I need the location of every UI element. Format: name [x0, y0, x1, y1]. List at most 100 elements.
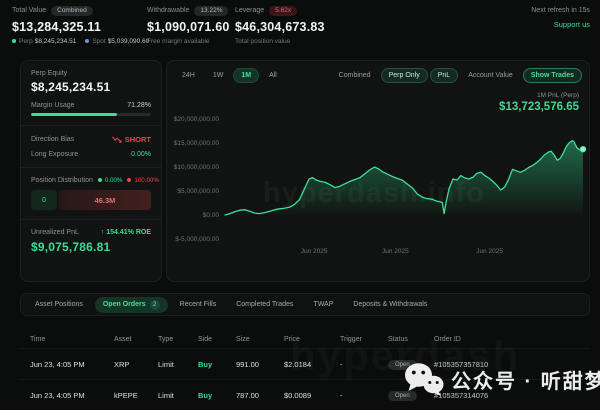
divider	[21, 125, 161, 126]
withdrawable-stat: Withdrawable 13.22% $1,090,071.60 Free m…	[147, 6, 230, 45]
cell-side: Buy	[198, 391, 236, 400]
short-pct: 100.00%	[127, 177, 158, 184]
cell-asset: XRP	[114, 360, 158, 369]
tab-label: Recent Fills	[180, 301, 217, 308]
tab-open-orders[interactable]: Open Orders 2	[95, 297, 168, 313]
perp-equity-label: Perp Equity	[31, 70, 151, 77]
perp-dot-icon	[12, 39, 16, 43]
short-distribution-segment: 46.3M	[59, 190, 151, 210]
margin-usage-bar	[31, 113, 151, 116]
order-row[interactable]: Jun 23, 4:05 PMXRPLimitBuy991.00$2.0184-…	[20, 348, 590, 379]
pnl-area-fill	[225, 141, 583, 215]
status-badge: Open	[388, 360, 417, 370]
cell-status: Open	[388, 359, 434, 370]
open-orders-table: TimeAssetTypeSideSizePriceTriggerStatusO…	[20, 330, 590, 410]
long-exposure-value: 0.00%	[131, 151, 151, 158]
combined-badge[interactable]: Combined	[51, 6, 93, 16]
table-body: Jun 23, 4:05 PMXRPLimitBuy991.00$2.0184-…	[20, 348, 590, 410]
cell-asset: kPEPE	[114, 391, 158, 400]
bottom-tabs-bar: Asset Positions Open Orders 2 Recent Fills C…	[20, 293, 590, 316]
cell-type: Limit	[158, 360, 198, 369]
cell-order-id: #105357357810	[434, 360, 590, 369]
long-dot-icon	[98, 178, 102, 182]
cell-trigger: -	[340, 360, 388, 369]
cell-price: $2.0184	[284, 360, 340, 369]
pnl-area-chart[interactable]: $20,000,000.00 $15,000,000.00 $10,000,000.…	[167, 61, 591, 283]
svg-text:$-5,000,000.00: $-5,000,000.00	[175, 236, 219, 243]
col-header-price: Price	[284, 336, 340, 343]
withdrawable-value: $1,090,071.60	[147, 20, 230, 34]
total-value: $13,284,325.11	[12, 20, 149, 34]
tab-label: TWAP	[313, 301, 333, 308]
cell-status: Open	[388, 390, 434, 401]
perp-label: Perp	[19, 38, 33, 45]
tab-twap[interactable]: TWAP	[305, 298, 341, 311]
margin-usage-fill	[31, 113, 117, 116]
col-header-status: Status	[388, 336, 434, 343]
withdrawable-pct-badge: 13.22%	[194, 6, 228, 16]
col-header-side: Side	[198, 336, 236, 343]
withdrawable-sub: Free margin available	[147, 38, 210, 45]
tab-label: Open Orders	[103, 301, 146, 308]
margin-usage-label: Margin Usage	[31, 102, 75, 109]
svg-text:$0.00: $0.00	[203, 212, 220, 219]
position-distribution-bar: 0 46.3M	[31, 190, 151, 210]
spot-label: Spot	[92, 38, 105, 45]
tab-count-badge: 2	[150, 300, 160, 310]
svg-text:$20,000,000.00: $20,000,000.00	[174, 116, 220, 123]
col-header-asset: Asset	[114, 336, 158, 343]
last-point-marker	[580, 146, 586, 152]
tab-completed-trades[interactable]: Completed Trades	[228, 298, 301, 311]
margin-usage-value: 71.28%	[127, 102, 151, 109]
trading-dashboard: Total Value Combined $13,284,325.11 Perp…	[0, 0, 600, 410]
direction-bias-label: Direction Bias	[31, 136, 74, 143]
svg-text:$15,000,000.00: $15,000,000.00	[174, 140, 220, 147]
total-value-label: Total Value	[12, 7, 46, 14]
account-summary-panel: Perp Equity $8,245,234.51 Margin Usage 7…	[20, 60, 162, 282]
tab-label: Asset Positions	[35, 301, 83, 308]
spot-value: $5,039,090.60	[108, 38, 150, 45]
leverage-sub: Total position value	[235, 38, 290, 45]
svg-text:Jun 2025: Jun 2025	[382, 248, 409, 255]
tab-deposits-withdrawals[interactable]: Deposits & Withdrawals	[345, 298, 435, 311]
divider	[21, 167, 161, 168]
unrealized-pnl-value: $9,075,786.81	[31, 240, 151, 254]
cell-order-id: #105357314076	[434, 391, 590, 400]
leverage-badge: 5.62x	[269, 6, 297, 16]
tab-label: Deposits & Withdrawals	[353, 301, 427, 308]
status-badge: Open	[388, 391, 417, 401]
direction-bias-value: SHORT	[112, 135, 151, 144]
total-value-stat: Total Value Combined $13,284,325.11 Perp…	[12, 6, 149, 45]
long-pct: 0.00%	[98, 177, 123, 184]
svg-text:Jun 2025: Jun 2025	[301, 248, 328, 255]
leverage-label: Leverage	[235, 7, 264, 14]
tab-asset-positions[interactable]: Asset Positions	[27, 298, 91, 311]
refresh-countdown: Next refresh in 15s	[531, 7, 590, 14]
order-row[interactable]: Jun 23, 4:05 PMkPEPELimitBuy787.00$0.008…	[20, 379, 590, 410]
cell-time: Jun 23, 4:05 PM	[30, 360, 114, 369]
leverage-value: $46,304,673.83	[235, 20, 325, 34]
perp-equity-value: $8,245,234.51	[31, 80, 151, 94]
withdrawable-label: Withdrawable	[147, 7, 189, 14]
svg-text:$5,000,000.00: $5,000,000.00	[177, 188, 219, 195]
col-header-type: Type	[158, 336, 198, 343]
cell-side: Buy	[198, 360, 236, 369]
svg-text:$10,000,000.00: $10,000,000.00	[174, 164, 220, 171]
tab-label: Completed Trades	[236, 301, 293, 308]
cell-size: 991.00	[236, 360, 284, 369]
long-exposure-label: Long Exposure	[31, 151, 78, 158]
roe-value: ↑ 154.41% ROE	[101, 229, 151, 236]
tab-recent-fills[interactable]: Recent Fills	[172, 298, 225, 311]
support-us-link[interactable]: Support us	[531, 20, 590, 29]
perp-value: $8,245,234.51	[35, 38, 77, 45]
cell-trigger: -	[340, 391, 388, 400]
pnl-chart-panel: 24H1W1MAll CombinedPerp OnlyPnLAccount V…	[166, 60, 590, 282]
cell-type: Limit	[158, 391, 198, 400]
col-header-size: Size	[236, 336, 284, 343]
table-header-row: TimeAssetTypeSideSizePriceTriggerStatusO…	[20, 330, 590, 348]
cell-time: Jun 23, 4:05 PM	[30, 391, 114, 400]
x-axis-ticks: Jun 2025Jun 2025Jun 2025	[301, 248, 504, 255]
trend-down-icon	[112, 136, 122, 143]
position-distribution-label: Position Distribution	[31, 177, 93, 184]
col-header-trigger: Trigger	[340, 336, 388, 343]
